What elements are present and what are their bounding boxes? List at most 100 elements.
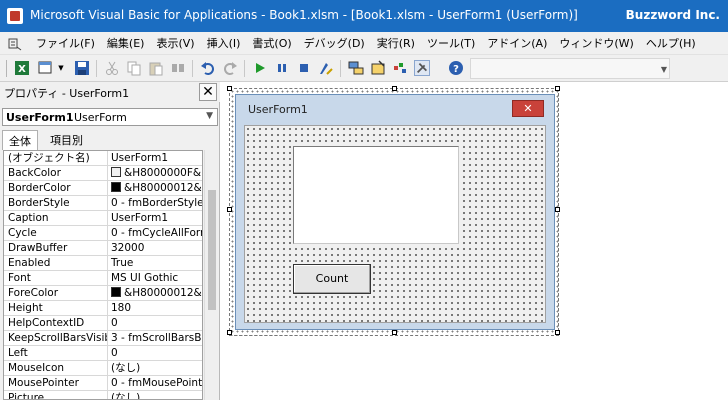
project-explorer-icon[interactable]: [348, 60, 364, 76]
property-value-text: 180: [111, 302, 132, 314]
resize-handle[interactable]: [227, 207, 232, 212]
property-row[interactable]: Cycle0 - fmCycleAllForms: [4, 226, 202, 241]
properties-close-button[interactable]: ✕: [199, 83, 217, 101]
menu-addins[interactable]: アドイン(A): [481, 36, 553, 51]
property-value[interactable]: 180: [109, 301, 202, 316]
property-row[interactable]: BorderStyle0 - fmBorderStyleNone: [4, 196, 202, 211]
excel-icon[interactable]: X: [14, 60, 30, 76]
undo-icon[interactable]: [200, 60, 216, 76]
color-swatch: [111, 182, 121, 192]
property-name: MouseIcon: [4, 361, 108, 376]
property-row[interactable]: KeepScrollBarsVisible3 - fmScrollBarsBot…: [4, 331, 202, 346]
menu-edit[interactable]: 編集(E): [101, 36, 151, 51]
run-icon[interactable]: [252, 60, 268, 76]
toolbox-icon[interactable]: [414, 60, 430, 76]
property-value[interactable]: &H80000012&: [109, 181, 202, 196]
property-value[interactable]: 0 - fmBorderStyleNone: [109, 196, 202, 211]
resize-handle[interactable]: [392, 330, 397, 335]
resize-handle[interactable]: [392, 86, 397, 91]
tab-categorized[interactable]: 項目別: [44, 130, 89, 150]
menu-tools[interactable]: ツール(T): [421, 36, 481, 51]
chevron-down-icon[interactable]: ▼: [206, 111, 213, 121]
property-value[interactable]: 0 - fmMousePointerDefault: [109, 376, 202, 391]
property-value-text: &H8000000F&: [124, 167, 202, 179]
scrollbar-thumb[interactable]: [208, 190, 216, 310]
tab-alphabetic[interactable]: 全体: [2, 130, 38, 150]
property-value[interactable]: True: [109, 256, 202, 271]
property-value[interactable]: (なし): [109, 391, 202, 400]
userform-caption: UserForm1: [248, 103, 308, 116]
menu-view[interactable]: 表示(V): [150, 36, 200, 51]
property-row[interactable]: Enabled True: [4, 256, 202, 271]
design-mode-icon[interactable]: [318, 60, 334, 76]
property-row[interactable]: DrawBuffer 32000: [4, 241, 202, 256]
break-icon[interactable]: [274, 60, 290, 76]
insert-userform-icon[interactable]: [38, 60, 54, 76]
menu-bar: ファイル(F) 編集(E) 表示(V) 挿入(I) 書式(O) デバッグ(D) …: [0, 32, 728, 55]
reset-icon[interactable]: [296, 60, 312, 76]
property-value-text: (なし): [111, 392, 141, 400]
object-selector[interactable]: UserForm1 UserForm ▼: [2, 108, 218, 126]
property-value[interactable]: (なし): [109, 361, 202, 376]
property-row[interactable]: ForeColor &H80000012&: [4, 286, 202, 301]
redo-icon[interactable]: [222, 60, 238, 76]
property-row[interactable]: Caption UserForm1: [4, 211, 202, 226]
property-row[interactable]: Picture (なし): [4, 391, 202, 400]
property-row[interactable]: Height 180: [4, 301, 202, 316]
menu-insert[interactable]: 挿入(I): [201, 36, 247, 51]
property-value[interactable]: 32000: [109, 241, 202, 256]
property-grid: (オブジェクト名) UserForm1 BackColor &H8000000F& Bo…: [3, 150, 203, 400]
menu-run[interactable]: 実行(R): [371, 36, 421, 51]
copy-icon[interactable]: [126, 60, 142, 76]
property-value[interactable]: 0 - fmCycleAllForms: [109, 226, 202, 241]
property-name: HelpContextID: [4, 316, 108, 331]
property-grid-scrollbar[interactable]: [204, 150, 218, 400]
insert-dropdown-icon[interactable]: ▼: [56, 60, 66, 76]
object-browser-icon[interactable]: [392, 60, 408, 76]
save-icon[interactable]: [74, 60, 90, 76]
paste-icon[interactable]: [148, 60, 164, 76]
property-value-text: 0 - fmCycleAllForms: [111, 227, 202, 239]
property-row[interactable]: Font MS UI Gothic: [4, 271, 202, 286]
menu-format[interactable]: 書式(O): [246, 36, 297, 51]
menu-help[interactable]: ヘルプ(H): [640, 36, 702, 51]
find-icon[interactable]: [170, 60, 186, 76]
property-value[interactable]: 3 - fmScrollBarsBoth: [109, 331, 202, 346]
title-bar: Microsoft Visual Basic for Applications …: [0, 0, 728, 32]
property-value[interactable]: UserForm1: [109, 151, 202, 166]
property-value[interactable]: &H80000012&: [109, 286, 202, 301]
property-row[interactable]: Left 0: [4, 346, 202, 361]
userform-close-button[interactable]: ✕: [512, 100, 544, 117]
properties-icon[interactable]: [370, 60, 386, 76]
property-row[interactable]: MouseIcon (なし): [4, 361, 202, 376]
toolbar-separator: [96, 60, 97, 77]
property-value[interactable]: 0: [109, 316, 202, 331]
menu-file[interactable]: ファイル(F): [30, 36, 101, 51]
resize-handle[interactable]: [555, 330, 560, 335]
help-icon[interactable]: ?: [448, 60, 464, 76]
property-value[interactable]: &H8000000F&: [109, 166, 202, 181]
menu-debug[interactable]: デバッグ(D): [298, 36, 371, 51]
property-value[interactable]: MS UI Gothic: [109, 271, 202, 286]
property-value-text: &H80000012&: [124, 287, 202, 299]
userform-window[interactable]: UserForm1 ✕ Count: [235, 94, 555, 330]
listbox-control[interactable]: [293, 146, 459, 244]
resize-handle[interactable]: [227, 86, 232, 91]
userform-client-area[interactable]: Count: [244, 125, 546, 323]
property-name: Font: [4, 271, 108, 286]
property-row[interactable]: (オブジェクト名) UserForm1: [4, 151, 202, 166]
count-button[interactable]: Count: [293, 264, 371, 294]
menu-window[interactable]: ウィンドウ(W): [553, 36, 639, 51]
property-value[interactable]: 0: [109, 346, 202, 361]
resize-handle[interactable]: [555, 86, 560, 91]
property-row[interactable]: HelpContextID 0: [4, 316, 202, 331]
cut-icon[interactable]: [104, 60, 120, 76]
property-value[interactable]: UserForm1: [109, 211, 202, 226]
resize-handle[interactable]: [555, 207, 560, 212]
toolbar-overflow-icon[interactable]: ▼: [661, 65, 667, 74]
property-row[interactable]: MousePointer0 - fmMousePointerDefault: [4, 376, 202, 391]
property-row[interactable]: BorderColor &H80000012&: [4, 181, 202, 196]
resize-handle[interactable]: [227, 330, 232, 335]
property-row[interactable]: BackColor &H8000000F&: [4, 166, 202, 181]
form-selection-frame: UserForm1 ✕ Count: [227, 86, 560, 336]
